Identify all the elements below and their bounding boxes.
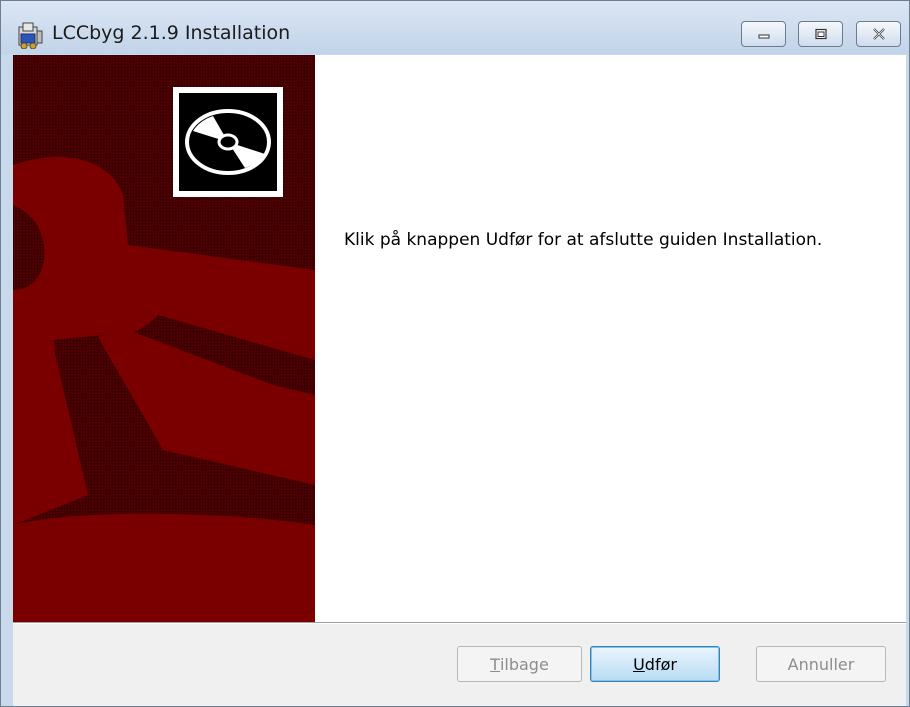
back-button[interactable]: Tilbage — [457, 646, 582, 682]
back-button-access-key: T — [490, 654, 500, 674]
content-area: Klik på knappen Udfør for at afslutte gu… — [13, 55, 906, 622]
close-button[interactable] — [856, 21, 901, 47]
window-title: LCCbyg 2.1.9 Installation — [52, 22, 291, 44]
maximize-button[interactable] — [798, 21, 843, 47]
minimize-icon — [758, 34, 769, 39]
finish-button-label: dfør — [644, 654, 677, 674]
maximize-icon — [814, 28, 827, 40]
finish-button[interactable]: Udfør — [590, 646, 720, 682]
finish-button-access-key: U — [633, 654, 645, 674]
side-banner-image — [13, 55, 315, 622]
installer-window: LCCbyg 2.1.9 Installation Klik på knappe… — [0, 0, 910, 707]
cancel-button[interactable]: Annuller — [756, 646, 886, 682]
completion-message: Klik på knappen Udfør for at afslutte gu… — [344, 230, 823, 250]
minimize-button[interactable] — [741, 21, 786, 47]
installer-app-icon — [18, 22, 43, 49]
button-bar: Tilbage Udfør Annuller — [13, 624, 906, 706]
close-icon — [872, 28, 885, 40]
cancel-button-label: Annuller — [787, 654, 855, 674]
title-bar[interactable]: LCCbyg 2.1.9 Installation — [1, 1, 909, 54]
back-button-label: ilbage — [499, 654, 549, 674]
